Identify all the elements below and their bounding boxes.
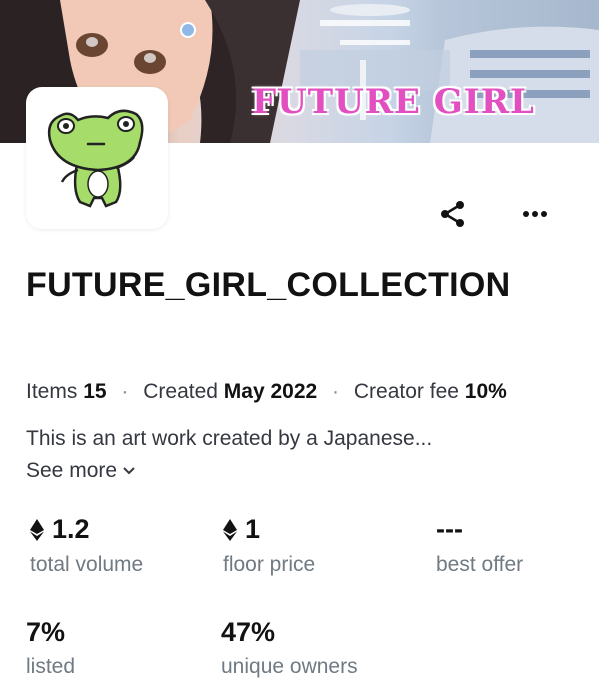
stat-unique-owners: 47% unique owners — [221, 617, 358, 679]
created-label: Created — [143, 380, 218, 403]
stat-value: 1 — [245, 514, 261, 544]
share-button[interactable] — [435, 196, 471, 232]
share-icon — [441, 201, 464, 227]
stat-total-volume: 1.2 total volume — [30, 514, 143, 577]
chevron-down-icon — [123, 467, 135, 475]
more-options-button[interactable] — [517, 196, 553, 232]
see-more-label: See more — [26, 459, 118, 482]
stat-label: unique owners — [221, 655, 358, 678]
stat-value: 7% — [26, 617, 66, 647]
stat-label: best offer — [436, 553, 524, 576]
stat-value: 47% — [221, 617, 276, 647]
stat-floor-price: 1 floor price — [223, 514, 315, 577]
ethereum-icon — [30, 518, 44, 541]
banner-title: FUTURE GIRL — [252, 82, 535, 122]
stat-value: 1.2 — [52, 514, 90, 544]
collection-avatar — [26, 87, 168, 229]
items-value: 15 — [83, 380, 107, 403]
stat-listed: 7% listed — [26, 617, 75, 679]
frog-avatar-icon — [47, 109, 144, 208]
stat-value: --- — [436, 514, 463, 544]
stat-label: listed — [26, 655, 76, 678]
more-dots-icon — [523, 211, 547, 217]
ethereum-icon — [223, 518, 237, 541]
items-label: Items — [26, 380, 78, 403]
stat-label: floor price — [223, 553, 316, 576]
creator-fee-label: Creator fee — [353, 380, 459, 403]
collection-description: This is an art work created by a Japanes… — [26, 427, 433, 450]
creator-fee-value: 10% — [464, 380, 507, 403]
stat-best-offer: --- best offer — [436, 514, 523, 577]
collection-title: FUTURE_GIRL_COLLECTION — [26, 266, 511, 304]
collection-meta: Items 15 · Created May 2022 · Creator fe… — [26, 380, 507, 403]
see-more-link[interactable]: See more — [26, 459, 135, 483]
created-value: May 2022 — [223, 380, 318, 403]
stat-label: total volume — [30, 553, 144, 576]
